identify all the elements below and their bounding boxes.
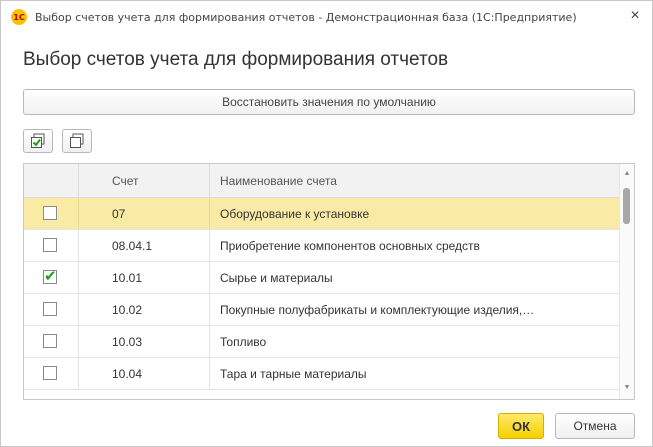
close-icon[interactable]: × xyxy=(626,7,644,25)
cancel-button[interactable]: Отмена xyxy=(555,413,635,439)
ok-button[interactable]: ОК xyxy=(498,413,544,439)
account-code: 08.04.1 xyxy=(112,239,153,253)
scroll-up-icon[interactable]: ▲ xyxy=(623,170,631,177)
scroll-thumb[interactable] xyxy=(623,188,630,224)
app-logo-icon: 1С xyxy=(11,9,27,25)
account-name: Топливо xyxy=(220,335,267,349)
check-all-icon xyxy=(31,133,45,148)
row-checkbox[interactable] xyxy=(43,206,57,220)
table-row[interactable]: 10.03 Топливо xyxy=(24,326,621,358)
table-row[interactable]: 08.04.1 Приобретение компонентов основных… xyxy=(24,230,621,262)
account-code: 10.03 xyxy=(112,335,143,349)
title-bar: 1С Выбор счетов учета для формирования о… xyxy=(1,1,652,33)
account-name: Сырье и материалы xyxy=(220,271,333,285)
vertical-scrollbar[interactable]: ▲ ▼ xyxy=(619,164,634,399)
row-checkbox[interactable]: ✔ xyxy=(43,267,57,285)
dialog-window: 1С Выбор счетов учета для формирования о… xyxy=(0,0,653,447)
page-title: Выбор счетов учета для формирования отче… xyxy=(23,49,449,70)
accounts-table: Счет Наименование счета 07 Оборудование к… xyxy=(23,163,635,400)
row-checkbox[interactable] xyxy=(43,334,57,348)
column-header-account[interactable]: Счет xyxy=(112,174,139,188)
account-code: 10.02 xyxy=(112,303,143,317)
table-row[interactable]: 10.02 Покупные полуфабрикаты и комплектую… xyxy=(24,294,621,326)
column-header-account-name[interactable]: Наименование счета xyxy=(220,174,337,188)
row-checkbox[interactable] xyxy=(43,238,57,252)
account-name: Оборудование к установке xyxy=(220,207,370,221)
account-code: 10.01 xyxy=(112,271,143,285)
table-row[interactable]: ✔ 10.01 Сырье и материалы xyxy=(24,262,621,294)
scroll-down-icon[interactable]: ▼ xyxy=(623,384,631,391)
account-name: Покупные полуфабрикаты и комплектующие и… xyxy=(220,303,535,317)
row-checkbox[interactable] xyxy=(43,302,57,316)
window-title: Выбор счетов учета для формирования отче… xyxy=(35,10,577,24)
uncheck-all-button[interactable] xyxy=(62,129,92,153)
account-code: 10.04 xyxy=(112,367,143,381)
account-name: Приобретение компонентов основных средст… xyxy=(220,239,480,253)
table-header: Счет Наименование счета xyxy=(24,164,621,198)
check-all-button[interactable] xyxy=(23,129,53,153)
restore-defaults-button[interactable]: Восстановить значения по умолчанию xyxy=(23,89,635,115)
table-row[interactable]: 10.04 Тара и тарные материалы xyxy=(24,358,621,390)
row-checkbox[interactable] xyxy=(43,366,57,380)
account-code: 07 xyxy=(112,207,126,221)
account-name: Тара и тарные материалы xyxy=(220,367,367,381)
table-body: 07 Оборудование к установке 08.04.1 Приобре… xyxy=(24,198,621,390)
checkmark-icon: ✔ xyxy=(44,267,57,285)
uncheck-all-icon xyxy=(70,133,84,148)
table-row[interactable]: 07 Оборудование к установке xyxy=(24,198,621,230)
